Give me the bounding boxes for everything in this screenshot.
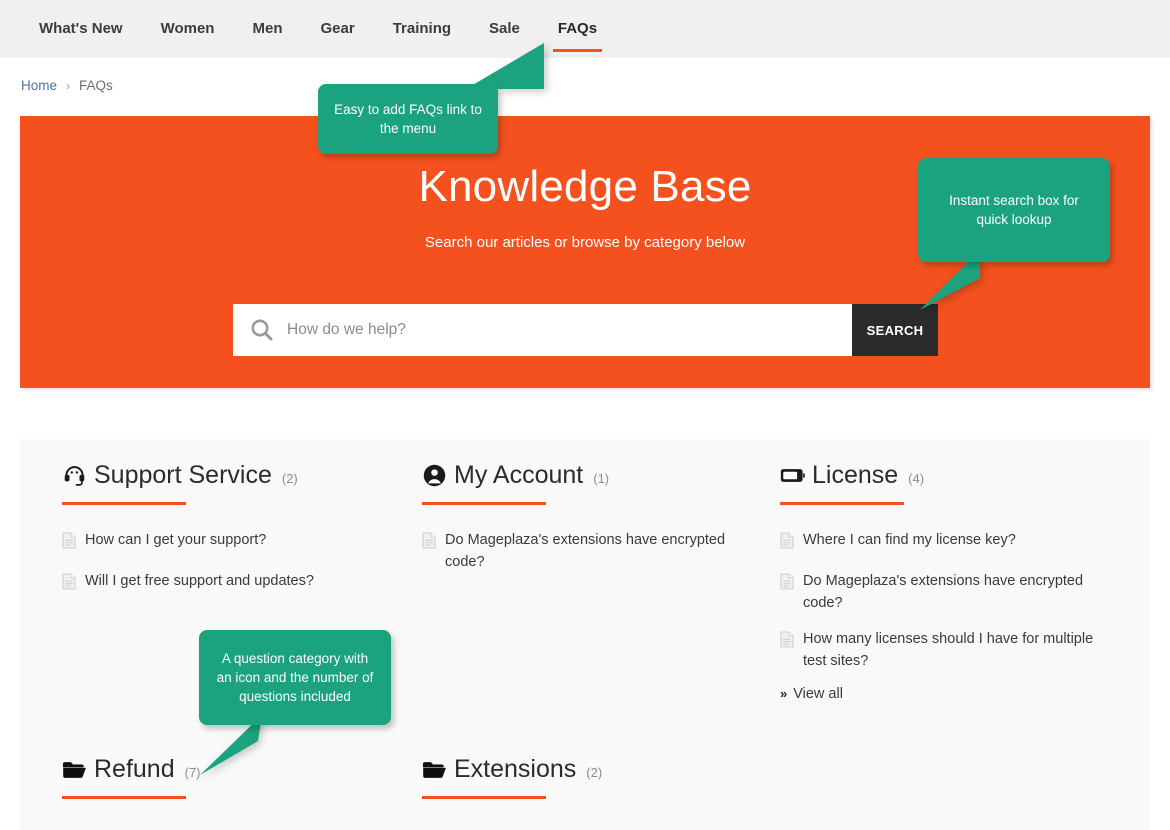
categories-panel: Support Service (2) How can I get your s… bbox=[20, 439, 1150, 830]
question-text: Do Mageplaza's extensions have encrypted… bbox=[803, 572, 1084, 611]
callout-search: Instant search box for quick lookup bbox=[918, 158, 1110, 262]
category-license: License (4) Where I can find my license … bbox=[780, 461, 1132, 702]
nav-item-women[interactable]: Women bbox=[142, 0, 234, 58]
question-text: How can I get your support? bbox=[85, 531, 267, 548]
category-underline bbox=[62, 796, 186, 799]
category-underline bbox=[780, 502, 904, 505]
document-icon bbox=[780, 631, 794, 655]
main-navigation: What's New Women Men Gear Training Sale … bbox=[0, 0, 1170, 58]
category-title[interactable]: Refund bbox=[94, 755, 175, 784]
document-icon bbox=[422, 531, 436, 556]
category-empty-slot bbox=[780, 755, 1132, 799]
category-title[interactable]: Support Service bbox=[94, 461, 272, 490]
view-all-label: View all bbox=[793, 685, 843, 702]
document-icon bbox=[62, 572, 76, 597]
breadcrumb: Home › FAQs bbox=[21, 78, 113, 93]
nav-item-gear[interactable]: Gear bbox=[301, 0, 373, 58]
question-list: Where I can find my license key? Do Mage… bbox=[780, 529, 1118, 702]
breadcrumb-home-link[interactable]: Home bbox=[21, 78, 57, 93]
faq-knowledge-base-page: What's New Women Men Gear Training Sale … bbox=[0, 0, 1170, 830]
category-count: (1) bbox=[593, 471, 610, 486]
nav-item-whats-new[interactable]: What's New bbox=[20, 0, 142, 58]
category-count: (2) bbox=[586, 765, 603, 780]
category-header: Support Service (2) bbox=[62, 461, 408, 490]
question-item[interactable]: Where I can find my license key? bbox=[780, 529, 1118, 556]
breadcrumb-separator-icon: › bbox=[66, 78, 71, 93]
search-field-wrapper bbox=[233, 304, 852, 356]
document-icon bbox=[62, 531, 76, 556]
category-underline bbox=[422, 796, 546, 799]
view-all-link[interactable]: » View all bbox=[780, 686, 1118, 702]
question-text: Where I can find my license key? bbox=[803, 531, 1016, 548]
question-item[interactable]: Do Mageplaza's extensions have encrypted… bbox=[422, 529, 766, 573]
callout-category: A question category with an icon and the… bbox=[199, 630, 391, 725]
category-header: License (4) bbox=[780, 461, 1118, 490]
search-input[interactable] bbox=[287, 304, 852, 356]
category-extensions: Extensions (2) bbox=[422, 755, 780, 799]
question-item[interactable]: How many licenses should I have for mult… bbox=[780, 628, 1118, 672]
nav-item-faqs[interactable]: FAQs bbox=[539, 0, 616, 58]
category-header: Extensions (2) bbox=[422, 755, 766, 784]
license-card-icon bbox=[780, 463, 805, 488]
user-circle-icon bbox=[422, 463, 447, 488]
folder-open-icon bbox=[422, 759, 447, 780]
search-bar: SEARCH bbox=[233, 304, 938, 356]
folder-open-icon bbox=[62, 759, 87, 780]
document-icon bbox=[780, 572, 794, 597]
callout-menu: Easy to add FAQs link to the menu bbox=[318, 84, 498, 154]
category-title[interactable]: License bbox=[812, 461, 898, 490]
category-count: (2) bbox=[281, 471, 298, 486]
callout-menu-tail bbox=[466, 43, 544, 89]
search-icon bbox=[249, 317, 275, 343]
question-text: Will I get free support and updates? bbox=[85, 572, 314, 589]
question-text: How many licenses should I have for mult… bbox=[803, 630, 1094, 669]
category-title[interactable]: My Account bbox=[454, 461, 583, 490]
document-icon bbox=[780, 531, 794, 556]
question-item[interactable]: How can I get your support? bbox=[62, 529, 408, 556]
category-underline bbox=[62, 502, 186, 505]
category-count: (4) bbox=[908, 471, 925, 486]
breadcrumb-current: FAQs bbox=[79, 78, 113, 93]
category-header: My Account (1) bbox=[422, 461, 766, 490]
question-list: How can I get your support? Will I get f… bbox=[62, 529, 408, 597]
question-text: Do Mageplaza's extensions have encrypted… bbox=[445, 531, 726, 570]
category-title[interactable]: Extensions bbox=[454, 755, 576, 784]
question-item[interactable]: Will I get free support and updates? bbox=[62, 570, 408, 597]
nav-item-men[interactable]: Men bbox=[233, 0, 301, 58]
double-chevron-right-icon: » bbox=[780, 686, 788, 702]
category-underline bbox=[422, 502, 546, 505]
headset-icon bbox=[62, 463, 87, 488]
category-count: (7) bbox=[184, 765, 201, 780]
question-list: Do Mageplaza's extensions have encrypted… bbox=[422, 529, 766, 573]
category-my-account: My Account (1) Do Mageplaza's extensions… bbox=[422, 461, 780, 702]
question-item[interactable]: Do Mageplaza's extensions have encrypted… bbox=[780, 570, 1118, 614]
